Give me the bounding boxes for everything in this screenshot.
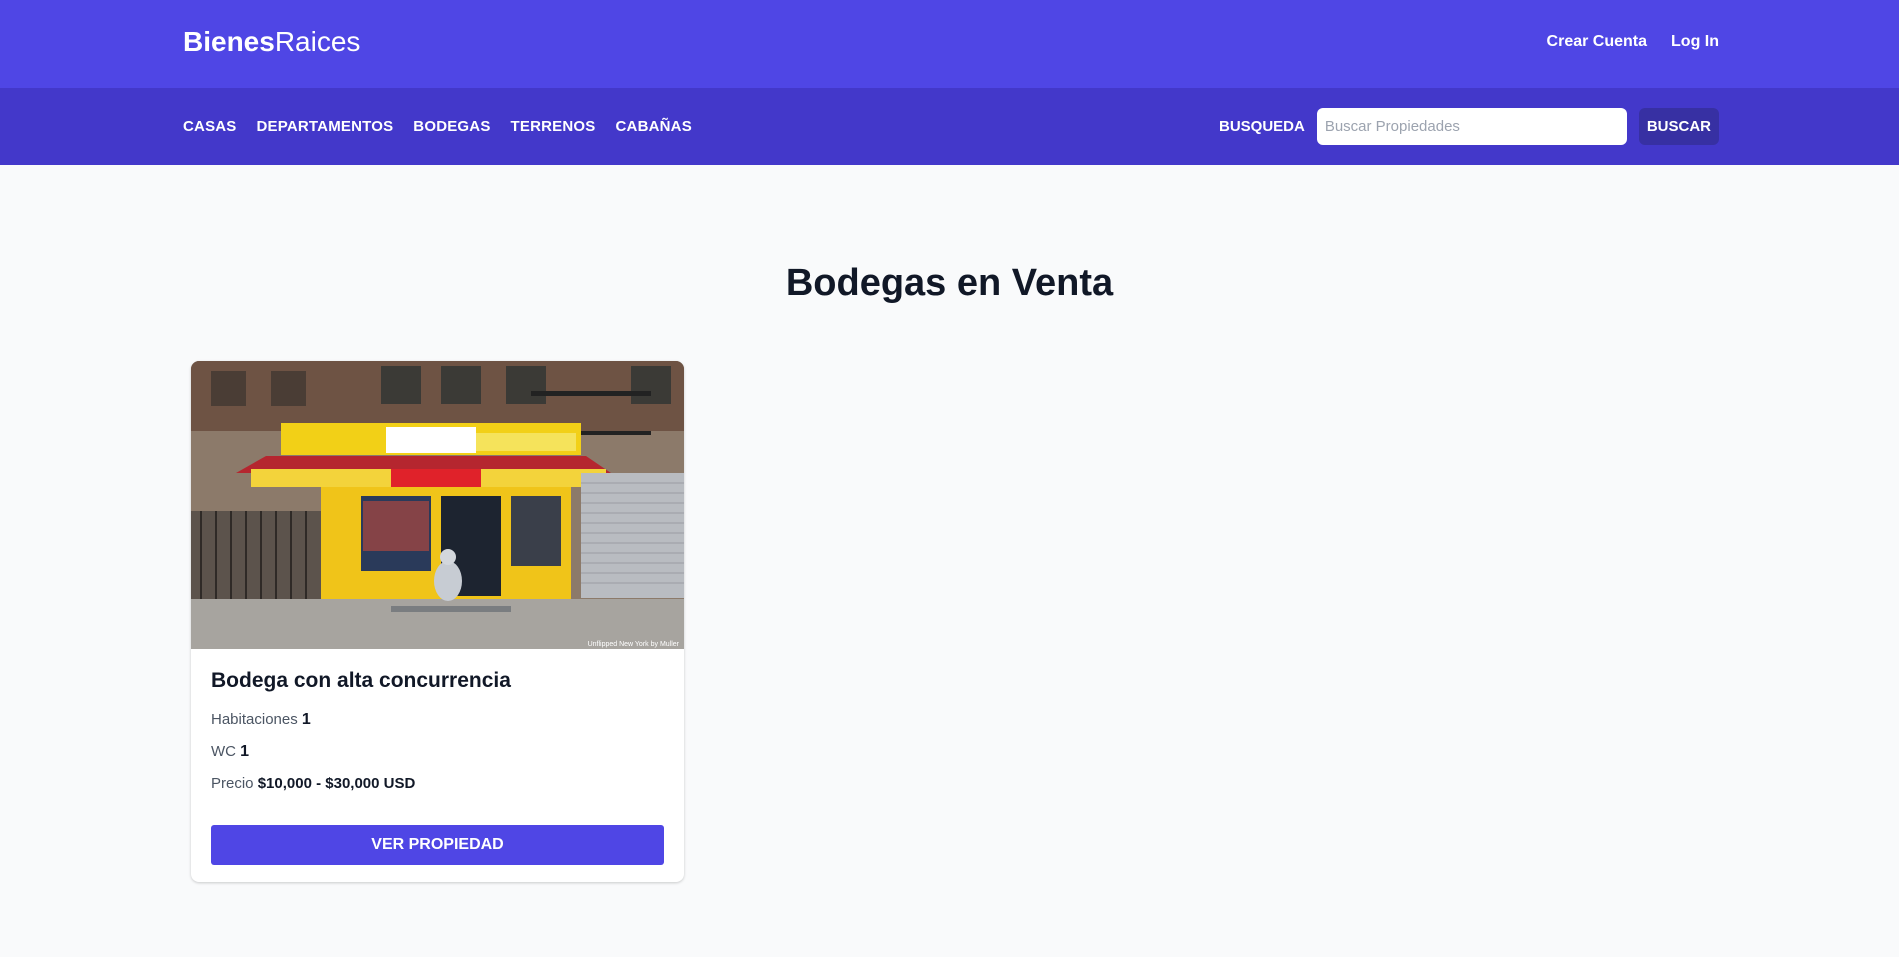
account-links: Crear Cuenta Log In: [1547, 31, 1719, 53]
view-property-button[interactable]: VER PROPIEDAD: [211, 825, 664, 865]
category-cabanas[interactable]: CABAÑAS: [616, 118, 692, 135]
rooms-label: Habitaciones: [211, 711, 298, 728]
rooms-row: Habitaciones 1: [211, 709, 664, 731]
category-bodegas[interactable]: BODEGAS: [413, 118, 490, 135]
category-terrenos[interactable]: TERRENOS: [511, 118, 596, 135]
page-title: Bodegas en Venta: [785, 262, 1114, 304]
image-caption: Unflipped New York by Muller: [588, 641, 680, 648]
category-casas[interactable]: CASAS: [183, 118, 237, 135]
wc-label: WC: [211, 743, 236, 760]
category-links: CASAS DEPARTAMENTOS BODEGAS TERRENOS CAB…: [183, 88, 692, 165]
rooms-value: 1: [301, 711, 311, 728]
price-row: Precio $10,000 - $30,000 USD: [211, 773, 664, 795]
search-form: BUSQUEDA BUSCAR: [1219, 88, 1719, 165]
brand-name-bold: Bienes: [183, 26, 275, 57]
login-link[interactable]: Log In: [1671, 31, 1719, 53]
brand-logo[interactable]: BienesRaices: [183, 25, 360, 59]
price-value: $10,000 - $30,000 USD: [257, 775, 416, 792]
create-account-link[interactable]: Crear Cuenta: [1547, 31, 1647, 53]
wc-row: WC 1: [211, 741, 664, 763]
category-nav: CASAS DEPARTAMENTOS BODEGAS TERRENOS CAB…: [0, 88, 1899, 165]
price-label: Precio: [211, 775, 254, 792]
property-info: Bodega con alta concurrencia Habitacione…: [191, 649, 684, 865]
search-button[interactable]: BUSCAR: [1638, 108, 1719, 145]
search-label: BUSQUEDA: [1218, 118, 1305, 135]
category-departamentos[interactable]: DEPARTAMENTOS: [257, 118, 394, 135]
brand-name-light: Raices: [274, 26, 361, 57]
property-title: Bodega con alta concurrencia: [211, 669, 511, 692]
property-card: Unflipped New York by Muller Bodega con …: [191, 361, 684, 882]
wc-value: 1: [240, 743, 250, 760]
search-input[interactable]: [1316, 108, 1627, 145]
property-image: Unflipped New York by Muller: [191, 361, 684, 649]
top-header: BienesRaices Crear Cuenta Log In: [0, 0, 1899, 88]
